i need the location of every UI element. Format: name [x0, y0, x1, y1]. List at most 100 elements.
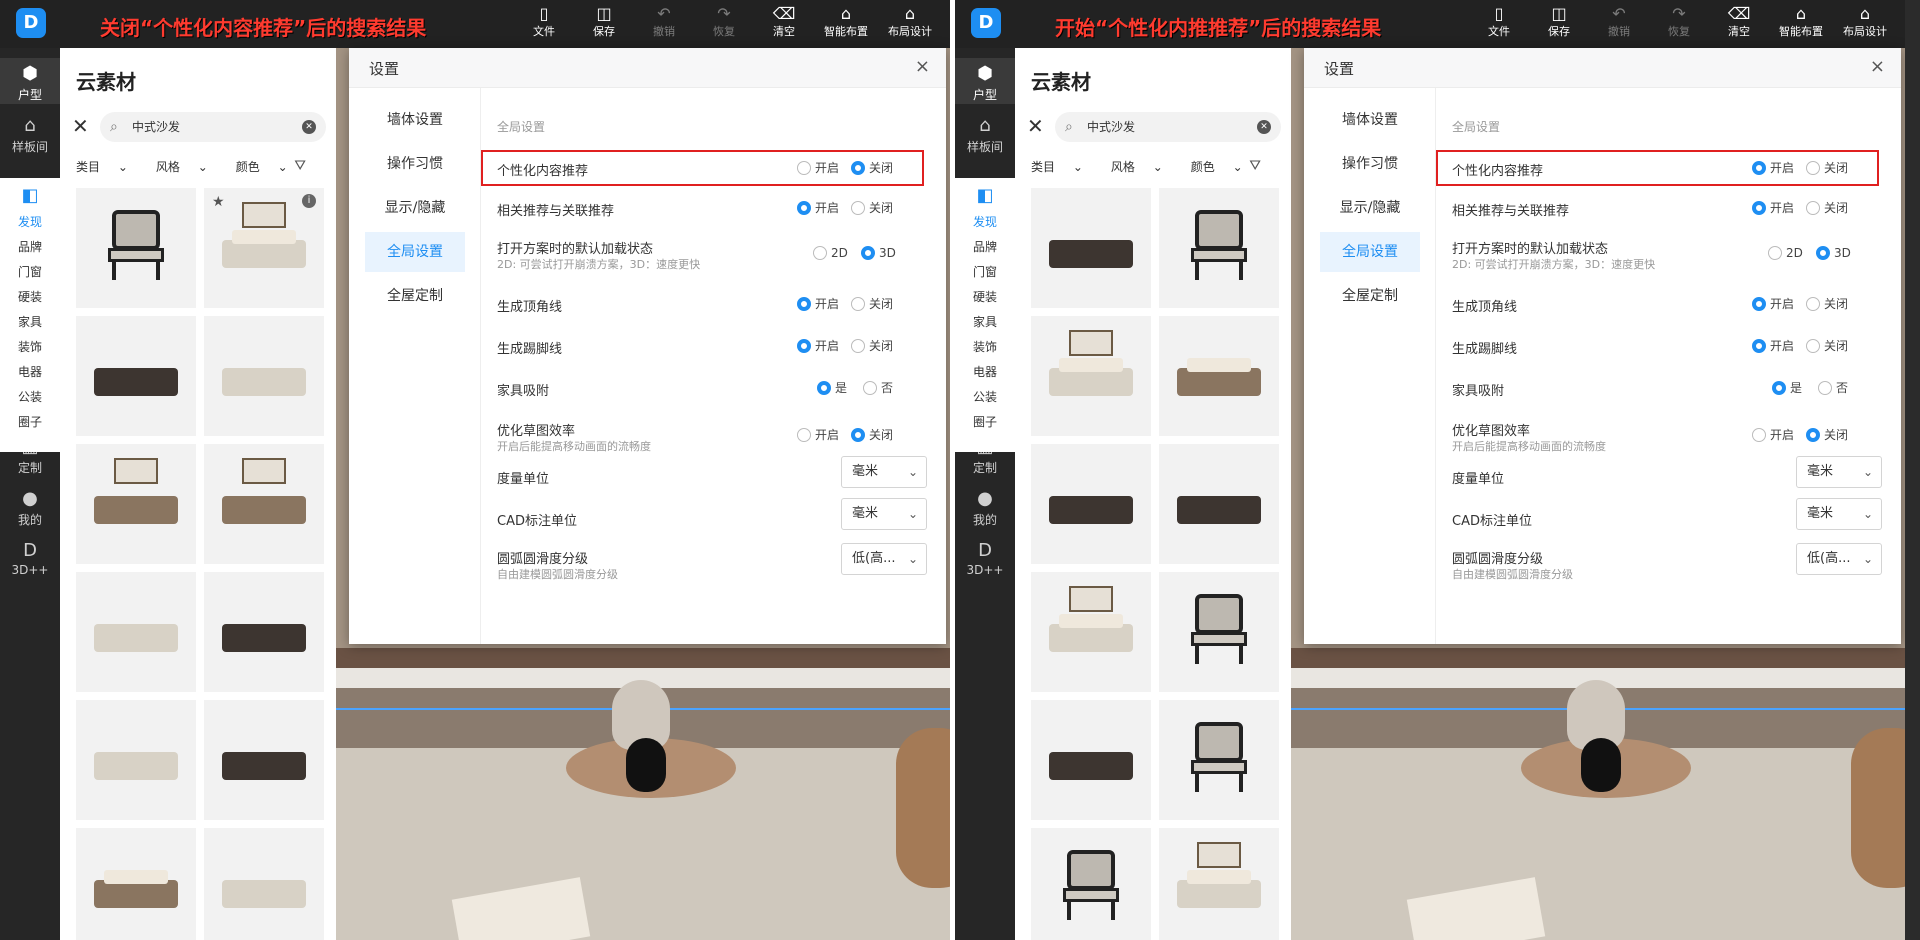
radio-option[interactable]: 2D: [1768, 245, 1803, 261]
radio-option[interactable]: 关闭: [1806, 160, 1848, 176]
close-icon[interactable]: ×: [915, 56, 930, 77]
radio-option[interactable]: 关闭: [851, 427, 893, 443]
radio-option[interactable]: 关闭: [851, 200, 893, 216]
radio-button[interactable]: [797, 297, 811, 311]
radio-option[interactable]: 开启: [1752, 427, 1794, 443]
radio-option[interactable]: 关闭: [1806, 296, 1848, 312]
nav-item-floorplan[interactable]: ⬢ 户型: [955, 58, 1015, 104]
toolbar-button-smart-layout[interactable]: ⌂ 智能布置: [1769, 0, 1833, 48]
radio-option[interactable]: 关闭: [851, 338, 893, 354]
tab-3[interactable]: 全局设置: [365, 232, 465, 272]
radio-option[interactable]: 关闭: [851, 296, 893, 312]
toolbar-button-smart-layout[interactable]: ⌂ 智能布置: [814, 0, 878, 48]
radio-option[interactable]: 开启: [1752, 296, 1794, 312]
radio-button[interactable]: [863, 381, 877, 395]
tab-4[interactable]: 全屋定制: [365, 276, 465, 316]
tab-0[interactable]: 墙体设置: [1320, 100, 1420, 140]
radio-option[interactable]: 是: [1772, 380, 1802, 396]
category-0[interactable]: 发现: [955, 210, 1015, 235]
radio-button[interactable]: [851, 161, 865, 175]
radio-button[interactable]: [1772, 381, 1786, 395]
close-icon[interactable]: ✕: [1027, 114, 1044, 138]
radio-button[interactable]: [1752, 161, 1766, 175]
result-item[interactable]: [1159, 572, 1279, 692]
toolbar-button-layout-design[interactable]: ⌂ 布局设计: [1833, 0, 1897, 48]
filter-icon[interactable]: ⛛: [294, 158, 306, 174]
toolbar-button-file[interactable]: ▯ 文件: [514, 0, 574, 48]
tab-0[interactable]: 墙体设置: [365, 100, 465, 140]
radio-option[interactable]: 开启: [797, 296, 839, 312]
radio-option[interactable]: 开启: [797, 160, 839, 176]
radio-button[interactable]: [1806, 201, 1820, 215]
filter-1[interactable]: 风格 ⌄: [1111, 160, 1177, 174]
toolbar-button-undo[interactable]: ↶ 撤销: [634, 0, 694, 48]
filter-0[interactable]: 类目 ⌄: [1031, 160, 1097, 174]
radio-option[interactable]: 关闭: [1806, 200, 1848, 216]
unit-select[interactable]: 毫米 ⌄: [1796, 498, 1882, 530]
nav-item-3d[interactable]: D 3D++: [955, 535, 1015, 581]
toolbar-button-file[interactable]: ▯ 文件: [1469, 0, 1529, 48]
radio-button[interactable]: [851, 201, 865, 215]
radio-option[interactable]: 3D: [1816, 245, 1851, 261]
tab-2[interactable]: 显示/隐藏: [1320, 188, 1420, 228]
filter-2[interactable]: 颜色 ⌄: [236, 160, 302, 174]
result-item[interactable]: [1159, 316, 1279, 436]
filter-1[interactable]: 风格 ⌄: [156, 160, 222, 174]
nav-item-user[interactable]: ● 我的: [0, 483, 60, 529]
filter-icon[interactable]: ⛛: [1249, 158, 1261, 174]
category-5[interactable]: 装饰: [0, 335, 60, 360]
radio-button[interactable]: [1806, 161, 1820, 175]
category-4[interactable]: 家具: [955, 310, 1015, 335]
toolbar-button-redo[interactable]: ↷ 恢复: [1649, 0, 1709, 48]
category-6[interactable]: 电器: [0, 360, 60, 385]
category-1[interactable]: 品牌: [955, 235, 1015, 260]
result-item[interactable]: [76, 316, 196, 436]
app-logo[interactable]: D: [971, 8, 1001, 38]
radio-option[interactable]: 关闭: [1806, 338, 1848, 354]
unit-select[interactable]: 低(高... ⌄: [841, 543, 927, 575]
star-icon[interactable]: ★: [212, 194, 225, 210]
result-item[interactable]: [1031, 316, 1151, 436]
result-item[interactable]: [204, 700, 324, 820]
radio-option[interactable]: 开启: [797, 338, 839, 354]
clear-search-icon[interactable]: ✕: [302, 120, 316, 134]
nav-item-user[interactable]: ● 我的: [955, 483, 1015, 529]
result-item[interactable]: [204, 828, 324, 940]
category-8[interactable]: 圈子: [955, 410, 1015, 435]
unit-select[interactable]: 毫米 ⌄: [1796, 456, 1882, 488]
category-7[interactable]: 公装: [955, 385, 1015, 410]
unit-select[interactable]: 毫米 ⌄: [841, 498, 927, 530]
tab-4[interactable]: 全屋定制: [1320, 276, 1420, 316]
nav-item-showroom[interactable]: ⌂ 样板间: [0, 110, 60, 156]
category-3[interactable]: 硬装: [955, 285, 1015, 310]
toolbar-button-redo[interactable]: ↷ 恢复: [694, 0, 754, 48]
category-2[interactable]: 门窗: [955, 260, 1015, 285]
result-item[interactable]: [1031, 700, 1151, 820]
app-logo[interactable]: D: [16, 8, 46, 38]
nav-item-showroom[interactable]: ⌂ 样板间: [955, 110, 1015, 156]
radio-option[interactable]: 关闭: [851, 160, 893, 176]
radio-button[interactable]: [1752, 297, 1766, 311]
radio-button[interactable]: [813, 246, 827, 260]
radio-option[interactable]: 是: [817, 380, 847, 396]
close-icon[interactable]: ✕: [72, 114, 89, 138]
radio-button[interactable]: [797, 201, 811, 215]
toolbar-button-save[interactable]: ◫ 保存: [1529, 0, 1589, 48]
result-item[interactable]: [204, 572, 324, 692]
result-item[interactable]: [1159, 700, 1279, 820]
radio-button[interactable]: [1752, 201, 1766, 215]
toolbar-button-undo[interactable]: ↶ 撤销: [1589, 0, 1649, 48]
result-item[interactable]: [1031, 828, 1151, 940]
category-7[interactable]: 公装: [0, 385, 60, 410]
result-item[interactable]: [1031, 188, 1151, 308]
radio-button[interactable]: [1806, 339, 1820, 353]
radio-option[interactable]: 开启: [1752, 160, 1794, 176]
result-item[interactable]: [76, 700, 196, 820]
radio-option[interactable]: 2D: [813, 245, 848, 261]
radio-button[interactable]: [861, 246, 875, 260]
nav-item-floorplan[interactable]: ⬢ 户型: [0, 58, 60, 104]
radio-button[interactable]: [851, 297, 865, 311]
result-item[interactable]: ★ i: [204, 188, 324, 308]
radio-option[interactable]: 开启: [1752, 338, 1794, 354]
radio-button[interactable]: [1806, 297, 1820, 311]
